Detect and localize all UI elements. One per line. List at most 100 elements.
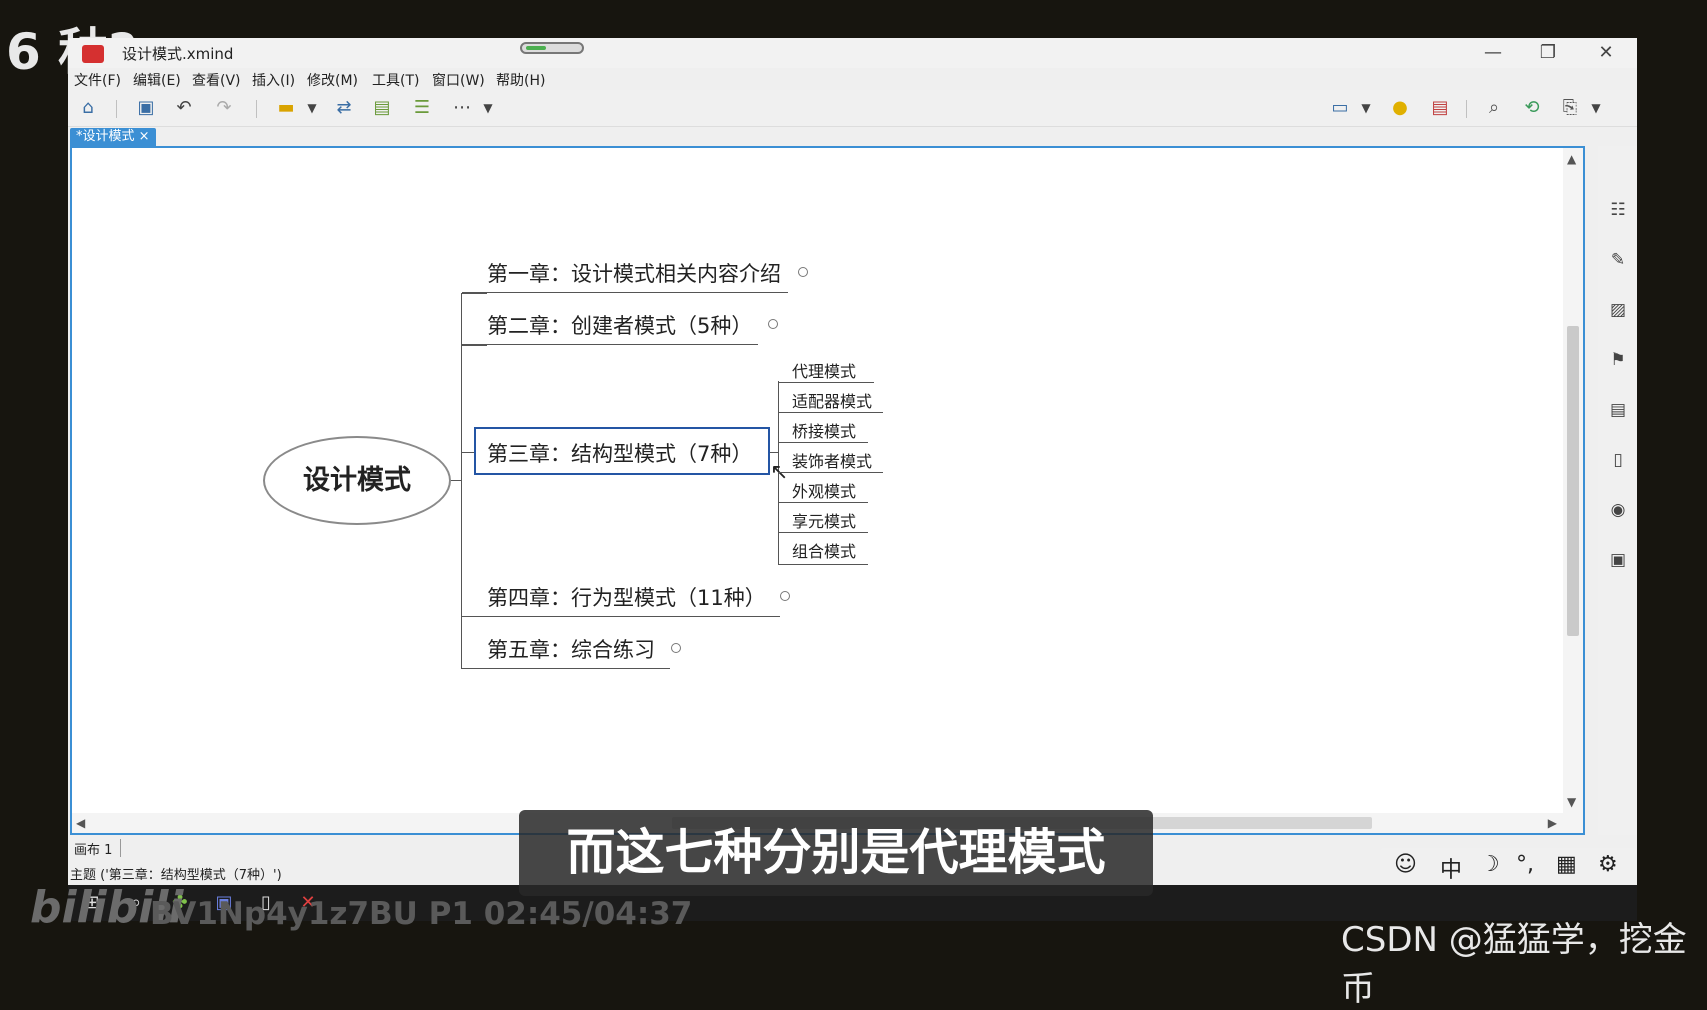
- subtopic-facade[interactable]: 外观模式: [792, 478, 856, 502]
- chevron-down-icon[interactable]: ▼: [476, 96, 500, 120]
- scroll-down-icon[interactable]: ▼: [1567, 795, 1576, 809]
- close-button[interactable]: ✕: [1586, 40, 1626, 66]
- toolbar-separator: [116, 100, 117, 118]
- right-panel-bar: ☷ ✎ ▨ ⚑ ▤ ▯ ◉ ▣: [1598, 146, 1637, 835]
- video-subtitle: 而这七种分别是代理模式: [519, 810, 1153, 896]
- csdn-watermark: CSDN @猛猛学，挖金币: [1341, 920, 1687, 1009]
- punctuation-icon[interactable]: °,: [1516, 852, 1534, 877]
- vertical-scrollbar[interactable]: ▲ ▼: [1563, 148, 1583, 833]
- vertical-scroll-thumb[interactable]: [1567, 326, 1579, 636]
- collapse-toggle-icon[interactable]: [671, 643, 681, 653]
- summary-icon[interactable]: ☰: [410, 96, 434, 120]
- root-topic-label: 设计模式: [303, 465, 411, 496]
- menu-view[interactable]: 查看(V): [192, 70, 241, 90]
- image-icon[interactable]: ▨: [1608, 300, 1628, 320]
- scroll-left-icon[interactable]: ◀: [76, 816, 85, 830]
- tab-bar: *设计模式 ×: [68, 127, 1637, 146]
- gantt-icon[interactable]: ▤: [1428, 96, 1452, 120]
- chapter-4-underline: [462, 616, 780, 617]
- subtopic-underline: [778, 382, 874, 383]
- connector-trunk: [461, 293, 462, 669]
- subtopic-underline: [778, 412, 883, 413]
- notes-icon[interactable]: ▯: [1608, 450, 1628, 470]
- scroll-right-icon[interactable]: ▶: [1548, 816, 1557, 830]
- selected-topic-info: 主题 ('第三章：结构型模式（7种）'): [70, 868, 282, 883]
- menu-window[interactable]: 窗口(W): [432, 70, 485, 90]
- chapter-1-topic[interactable]: 第一章：设计模式相关内容介绍: [487, 258, 781, 288]
- emoji-icon[interactable]: ☺: [1394, 852, 1417, 877]
- presentation-icon[interactable]: ▭: [1328, 96, 1352, 120]
- restore-button[interactable]: ❐: [1528, 40, 1568, 66]
- tab-design-patterns[interactable]: *设计模式 ×: [70, 128, 156, 146]
- relationship-icon[interactable]: ⇄: [332, 96, 356, 120]
- subtopic-bridge[interactable]: 桥接模式: [792, 418, 856, 442]
- moon-icon[interactable]: ☽: [1480, 852, 1500, 877]
- search-icon[interactable]: ⌕: [1482, 96, 1506, 120]
- menu-edit[interactable]: 编辑(E): [133, 70, 181, 90]
- chevron-down-icon[interactable]: ▼: [1354, 96, 1378, 120]
- connector-ch2: [461, 345, 487, 346]
- flag-icon[interactable]: ⚑: [1608, 350, 1628, 370]
- menu-file[interactable]: 文件(F): [74, 70, 121, 90]
- more-icon[interactable]: ⋯: [450, 96, 474, 120]
- redo-icon[interactable]: ↷: [212, 96, 236, 120]
- subtopic-composite[interactable]: 组合模式: [792, 538, 856, 562]
- app-logo-icon: [82, 45, 104, 63]
- toolbar: ⌂ ▣ ↶ ↷ ▬ ▼ ⇄ ▤ ☰ ⋯ ▼ ▭ ▼ ● ▤ ⌕ ⟲ ⎘ ▼: [68, 90, 1637, 127]
- clipart-icon[interactable]: ▤: [1608, 400, 1628, 420]
- task-icon[interactable]: ▣: [1608, 550, 1628, 570]
- canvas-tab-label[interactable]: 画布 1: [74, 839, 112, 858]
- connector-ch3-children: [770, 452, 778, 453]
- subtopic-decorator[interactable]: 装饰者模式: [792, 448, 872, 472]
- window-title: 设计模式.xmind: [122, 45, 234, 63]
- export-icon[interactable]: ⎘: [1558, 96, 1582, 120]
- home-icon[interactable]: ⌂: [76, 96, 100, 120]
- minimize-button[interactable]: —: [1473, 40, 1513, 66]
- subtopic-flyweight[interactable]: 享元模式: [792, 508, 856, 532]
- subtopic-underline: [778, 564, 868, 565]
- connector-ch3: [461, 452, 474, 453]
- title-bar: 设计模式.xmind — ❐ ✕: [68, 38, 1637, 68]
- scroll-up-icon[interactable]: ▲: [1567, 152, 1576, 166]
- gear-icon[interactable]: ⚙: [1598, 852, 1618, 877]
- menu-tools[interactable]: 工具(T): [372, 70, 419, 90]
- lightbulb-icon[interactable]: ●: [1388, 96, 1412, 120]
- connector-root: [451, 480, 461, 481]
- toolbar-separator: [1466, 100, 1467, 118]
- connector-ch1: [461, 293, 487, 294]
- chapter-1-underline: [462, 292, 788, 293]
- share-icon[interactable]: ⟲: [1520, 96, 1544, 120]
- chapter-2-underline: [462, 344, 758, 345]
- subtopic-adapter[interactable]: 适配器模式: [792, 388, 872, 412]
- keyboard-icon[interactable]: ▦: [1556, 852, 1577, 877]
- chevron-down-icon[interactable]: ▼: [1584, 96, 1608, 120]
- toolbar-separator: [256, 100, 257, 118]
- collapse-toggle-icon[interactable]: [768, 319, 778, 329]
- comment-icon[interactable]: ◉: [1608, 500, 1628, 520]
- chapter-5-topic[interactable]: 第五章：综合练习: [487, 634, 655, 664]
- topic-icon[interactable]: ▬: [274, 96, 298, 120]
- subtopic-proxy[interactable]: 代理模式: [792, 358, 856, 382]
- chapter-4-topic[interactable]: 第四章：行为型模式（11种）: [487, 582, 766, 612]
- chapter-2-topic[interactable]: 第二章：创建者模式（5种）: [487, 310, 752, 340]
- menu-modify[interactable]: 修改(M): [307, 70, 358, 90]
- root-topic[interactable]: 设计模式: [263, 436, 451, 525]
- undo-icon[interactable]: ↶: [172, 96, 196, 120]
- collapse-toggle-icon[interactable]: [798, 267, 808, 277]
- boundary-icon[interactable]: ▤: [370, 96, 394, 120]
- outline-icon[interactable]: ☷: [1608, 200, 1628, 220]
- chevron-down-icon[interactable]: ▼: [300, 96, 324, 120]
- save-icon[interactable]: ▣: [134, 96, 158, 120]
- drag-grip[interactable]: [520, 42, 584, 54]
- ime-toolbar: ☺ 中 ☽ °, ▦ ⚙: [1380, 848, 1637, 884]
- video-id-timestamp: BV1Np4y1z7BU P1 02:45/04:37: [150, 896, 693, 932]
- menu-help[interactable]: 帮助(H): [496, 70, 545, 90]
- menu-insert[interactable]: 插入(I): [252, 70, 295, 90]
- collapse-toggle-icon[interactable]: [780, 591, 790, 601]
- subtopic-underline: [778, 442, 868, 443]
- chapter-3-topic[interactable]: 第三章：结构型模式（7种）: [487, 438, 752, 468]
- subtopic-underline: [778, 532, 868, 533]
- subtopic-underline: [778, 472, 883, 473]
- format-brush-icon[interactable]: ✎: [1608, 250, 1628, 270]
- ime-mode-toggle[interactable]: 中: [1440, 852, 1462, 884]
